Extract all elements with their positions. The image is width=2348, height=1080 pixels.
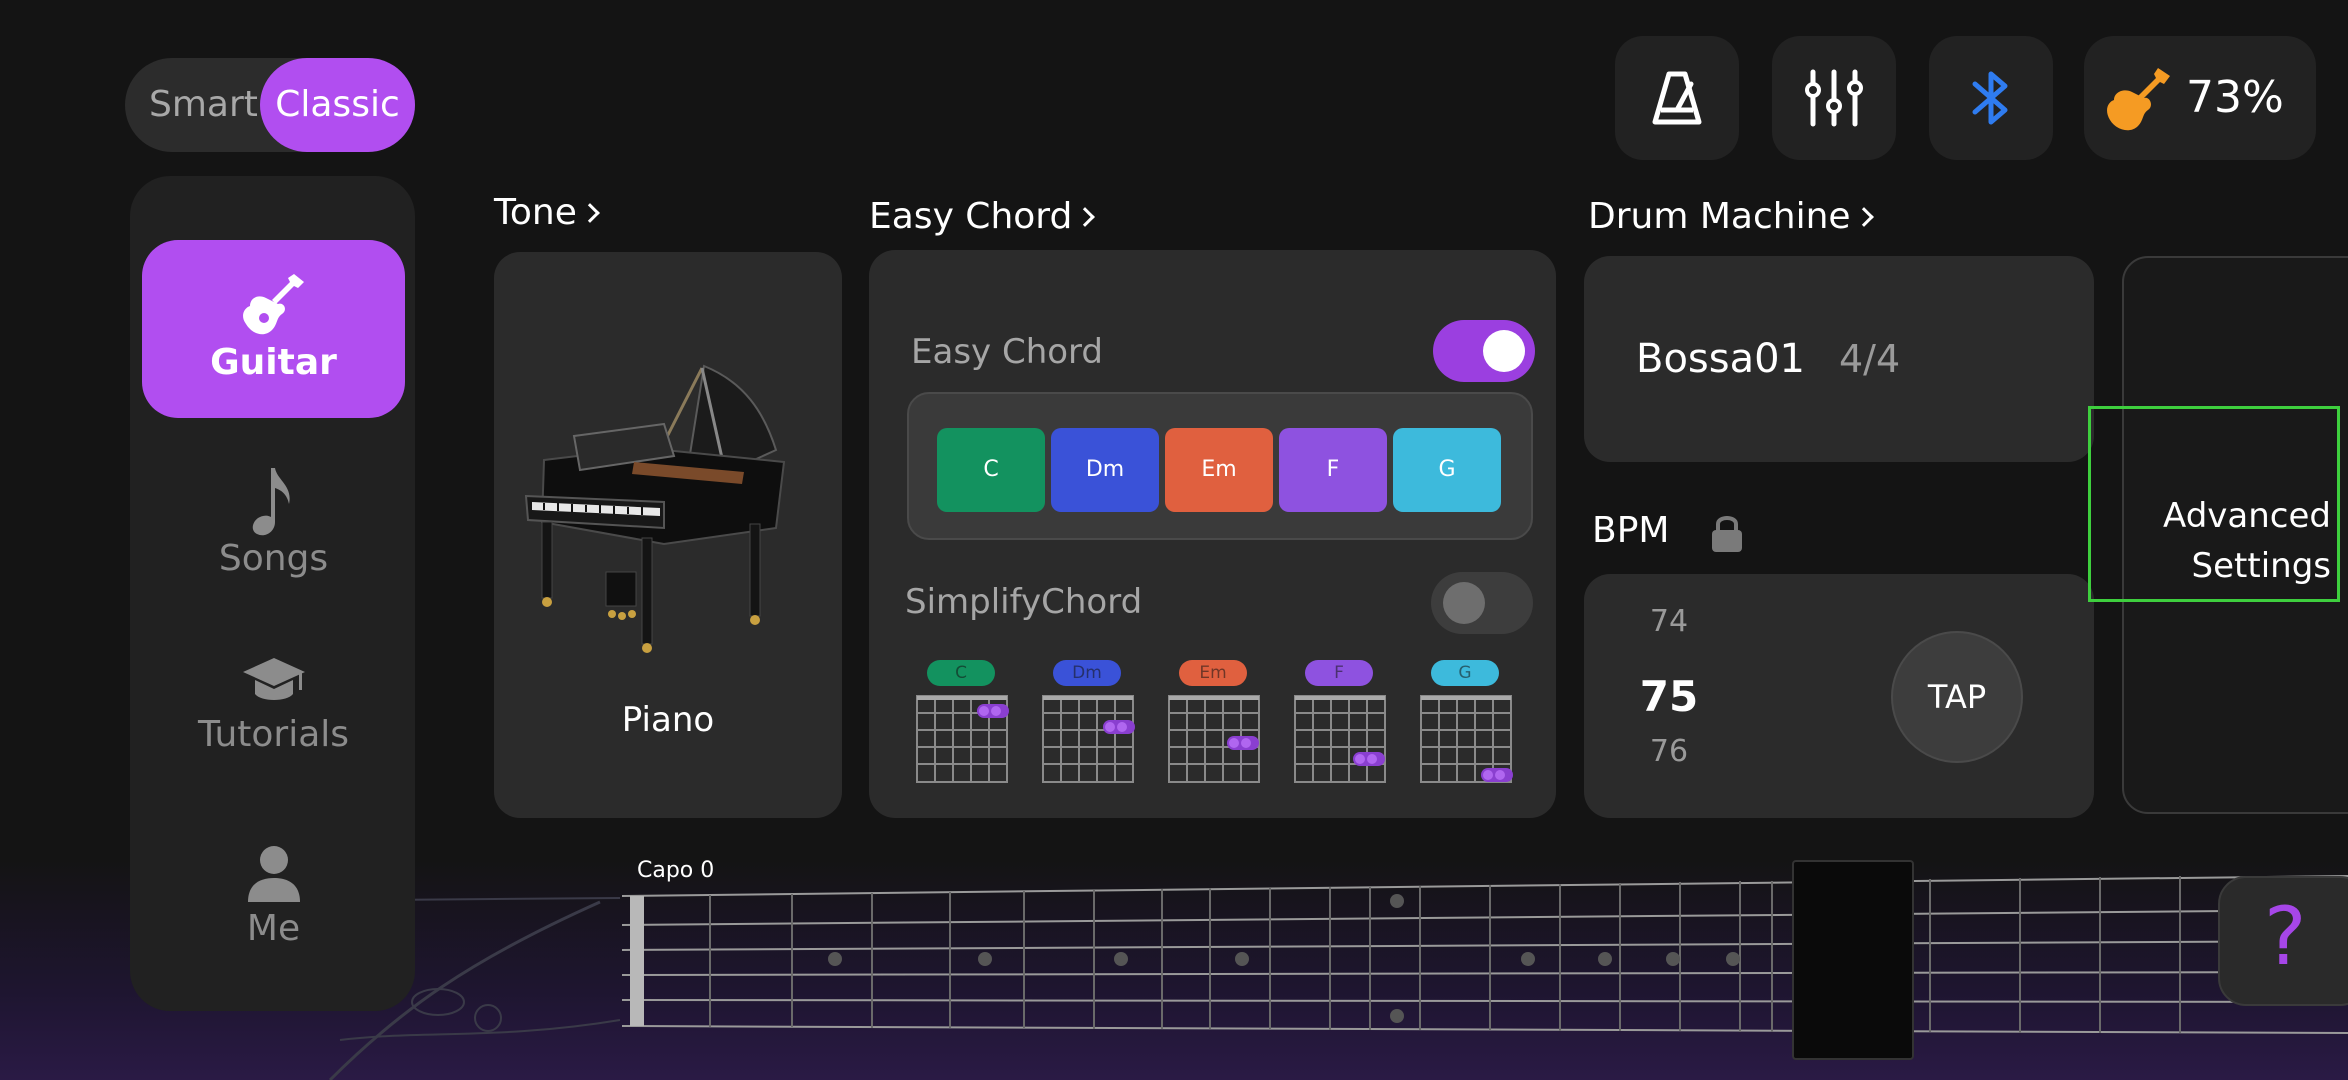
chord-button-em[interactable]: Em: [1165, 428, 1273, 512]
bpm-next-value[interactable]: 76: [1584, 734, 1754, 769]
tone-title[interactable]: Tone: [494, 192, 600, 233]
switch-knob: [1443, 582, 1485, 624]
chevron-right-icon: [1075, 207, 1096, 227]
bluetooth-icon: [1972, 71, 2008, 125]
chord-diagram-dm[interactable]: Dm: [1041, 660, 1137, 790]
drum-pattern-name: Bossa01: [1636, 336, 1806, 382]
chord-button-c[interactable]: C: [937, 428, 1045, 512]
bpm-label: BPM: [1592, 510, 1670, 551]
chord-button-bar: C Dm Em F G: [907, 392, 1533, 540]
drum-pattern-card[interactable]: Bossa01 4/4: [1584, 256, 2094, 462]
chord-button-f[interactable]: F: [1279, 428, 1387, 512]
chevron-right-icon: [1853, 207, 1874, 227]
chord-button-dm[interactable]: Dm: [1051, 428, 1159, 512]
guitar-battery-icon: [2107, 68, 2170, 131]
chord-diagram-c[interactable]: C: [915, 660, 1011, 790]
bluetooth-button[interactable]: [1929, 36, 2053, 160]
user-icon: [247, 846, 300, 902]
metronome-button[interactable]: [1615, 36, 1739, 160]
advanced-settings-label: Advanced Settings: [2163, 496, 2331, 586]
tap-tempo-button[interactable]: TAP: [1891, 631, 2023, 763]
tone-card[interactable]: Piano: [494, 252, 842, 818]
fretboard-position-marker[interactable]: [1792, 860, 1914, 1060]
simplify-chord-label: SimplifyChord: [905, 582, 1143, 622]
mode-toggle[interactable]: Smart Classic: [125, 58, 415, 152]
advanced-settings-button[interactable]: Advanced Settings: [2088, 406, 2340, 602]
guitar-icon: [242, 274, 304, 335]
bpm-current-value[interactable]: 75: [1584, 672, 1754, 721]
mode-classic-option[interactable]: Classic: [260, 58, 415, 152]
chord-diagram-g[interactable]: G: [1419, 660, 1515, 790]
chord-button-g[interactable]: G: [1393, 428, 1501, 512]
music-note-icon: [252, 468, 290, 536]
chord-diagram-em[interactable]: Em: [1167, 660, 1263, 790]
grand-piano-image: [524, 364, 786, 653]
capo-label: Capo 0: [637, 858, 715, 883]
drum-time-signature: 4/4: [1839, 337, 1901, 381]
metronome-icon: [1652, 71, 1702, 125]
sidebar-nav: Guitar Songs Tutorials Me: [130, 176, 415, 1011]
mode-smart-option[interactable]: Smart: [149, 58, 258, 152]
simplify-chord-switch[interactable]: [1431, 572, 1533, 634]
chord-diagram-f[interactable]: F: [1293, 660, 1389, 790]
easy-chord-switch[interactable]: [1433, 320, 1535, 382]
bpm-previous-value[interactable]: 74: [1584, 604, 1754, 639]
sidebar-item-label: Me: [246, 908, 301, 949]
help-icon: ?: [2264, 890, 2307, 983]
switch-knob: [1483, 330, 1525, 372]
sidebar-item-guitar[interactable]: Guitar: [142, 240, 405, 418]
easy-chord-card: Easy Chord C Dm Em F G SimplifyChord C D…: [869, 250, 1556, 818]
battery-percent: 73%: [2186, 72, 2284, 123]
mixer-button[interactable]: [1772, 36, 1896, 160]
drum-machine-title[interactable]: Drum Machine: [1588, 196, 1874, 237]
sidebar-item-tutorials[interactable]: Tutorials: [142, 612, 405, 790]
bpm-card: 74 75 76 TAP: [1584, 574, 2094, 818]
sidebar-item-label: Guitar: [210, 342, 337, 383]
tone-instrument-name: Piano: [621, 700, 715, 740]
lock-icon[interactable]: [1710, 512, 1744, 554]
easy-chord-toggle-label: Easy Chord: [911, 332, 1104, 372]
sidebar-item-label: Songs: [218, 538, 329, 579]
graduation-cap-icon: [242, 658, 305, 700]
chevron-right-icon: [579, 203, 600, 223]
guitar-battery-status[interactable]: 73%: [2084, 36, 2316, 160]
easy-chord-title[interactable]: Easy Chord: [869, 196, 1096, 237]
sidebar-item-label: Tutorials: [197, 714, 350, 755]
mixer-sliders-icon: [1805, 69, 1863, 127]
sidebar-item-me[interactable]: Me: [142, 796, 405, 974]
sidebar-item-songs[interactable]: Songs: [142, 426, 405, 604]
help-button[interactable]: ?: [2218, 876, 2348, 1006]
